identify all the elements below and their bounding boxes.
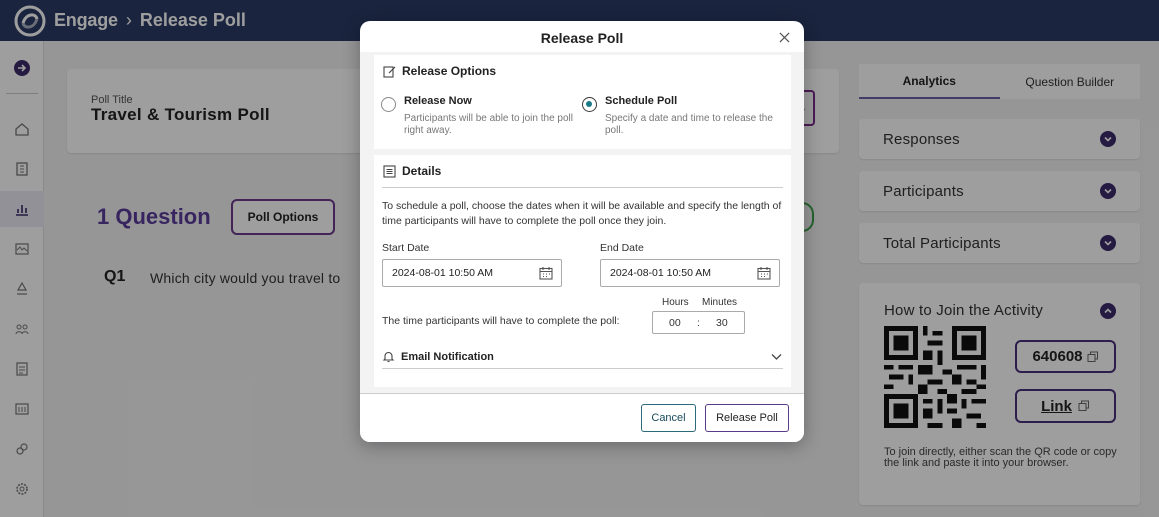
close-button[interactable] xyxy=(777,30,791,44)
minutes-label: Minutes xyxy=(702,297,738,308)
schedule-poll-description: Specify a date and time to release the p… xyxy=(605,113,773,136)
start-date-value: 2024-08-01 10:50 AM xyxy=(392,267,493,279)
end-date-label: End Date xyxy=(600,242,644,254)
email-notification-toggle[interactable]: Email Notification xyxy=(382,345,783,369)
calendar-icon[interactable] xyxy=(757,266,771,280)
bell-icon xyxy=(382,351,395,363)
hours-label: Hours xyxy=(662,297,689,308)
calendar-icon[interactable] xyxy=(539,266,553,280)
duration-input[interactable]: 00 : 30 xyxy=(652,311,745,334)
end-date-input[interactable]: 2024-08-01 10:50 AM xyxy=(600,259,780,287)
schedule-poll-label[interactable]: Schedule Poll xyxy=(605,95,677,107)
release-options-section: Release Options Release Now Participants… xyxy=(374,55,791,149)
release-now-radio[interactable] xyxy=(381,97,396,112)
release-options-heading: Release Options xyxy=(383,64,496,78)
dialog-title: Release Poll xyxy=(540,30,624,46)
end-date-value: 2024-08-01 10:50 AM xyxy=(610,267,711,279)
close-icon xyxy=(778,31,790,43)
schedule-poll-radio[interactable] xyxy=(582,97,597,112)
list-icon xyxy=(383,164,396,178)
start-date-label: Start Date xyxy=(382,242,430,254)
time-separator: : xyxy=(697,317,700,329)
release-now-label[interactable]: Release Now xyxy=(404,95,472,107)
release-poll-button[interactable]: Release Poll xyxy=(705,404,789,432)
cancel-button[interactable]: Cancel xyxy=(641,404,696,432)
details-intro: To schedule a poll, choose the dates whe… xyxy=(382,200,782,227)
dialog-body: Release Options Release Now Participants… xyxy=(360,52,804,393)
details-section: Details To schedule a poll, choose the d… xyxy=(374,155,791,387)
divider xyxy=(382,187,783,188)
email-notification-label: Email Notification xyxy=(401,350,494,363)
start-date-input[interactable]: 2024-08-01 10:50 AM xyxy=(382,259,562,287)
section-title: Details xyxy=(402,164,442,178)
edit-icon xyxy=(383,65,396,78)
details-heading: Details xyxy=(383,164,441,178)
minutes-value[interactable]: 30 xyxy=(716,317,728,329)
chevron-down-icon xyxy=(771,354,782,360)
release-now-description: Participants will be able to join the po… xyxy=(404,113,573,136)
section-title: Release Options xyxy=(402,64,497,78)
dialog-footer: Cancel Release Poll xyxy=(360,393,804,442)
duration-label: The time participants will have to compl… xyxy=(382,315,620,327)
release-poll-dialog: Release Poll Release Options Release Now… xyxy=(360,21,804,442)
hours-value[interactable]: 00 xyxy=(669,317,681,329)
